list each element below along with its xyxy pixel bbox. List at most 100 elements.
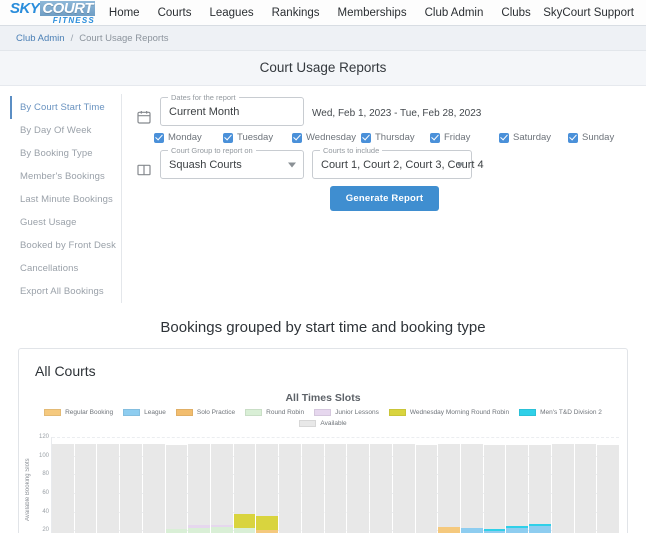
bar-column[interactable] [415,437,438,533]
legend-item[interactable]: Wednesday Morning Round Robin [388,409,509,416]
legend-item[interactable]: Round Robin [245,409,304,416]
bar-segment[interactable] [142,444,165,533]
chevron-down-icon[interactable] [456,162,464,167]
bar-segment[interactable] [256,516,279,531]
bar-segment[interactable] [597,444,619,533]
bar-column[interactable] [597,437,619,533]
day-checkbox-wednesday[interactable]: Wednesday [292,132,361,143]
bar-segment[interactable] [506,444,529,526]
bar-column[interactable] [211,437,233,533]
legend-item[interactable]: Junior Lessons [314,409,379,416]
bar-segment[interactable] [438,444,460,527]
bar-column[interactable] [574,437,597,533]
chevron-down-icon[interactable] [288,162,296,167]
bar-column[interactable] [438,437,460,533]
dates-select[interactable]: Dates for the report Current Month [160,93,304,126]
sidebar-item-by-day-of-week[interactable]: By Day Of Week [10,119,121,142]
sidebar-item-by-court-start-time[interactable]: By Court Start Time [10,96,121,119]
nav-link-support[interactable]: SkyCourt Support [543,7,634,19]
bar-column[interactable] [324,437,347,533]
bar-segment[interactable] [506,527,529,533]
bar-segment[interactable] [301,444,324,533]
bar-column[interactable] [120,437,142,533]
bar-column[interactable] [52,437,74,533]
bar-column[interactable] [506,437,529,533]
bar-column[interactable] [460,437,483,533]
bar-segment[interactable] [529,444,551,524]
bar-column[interactable] [483,437,506,533]
nav-link-leagues[interactable]: Leagues [209,7,253,19]
bar-segment[interactable] [370,444,392,533]
checkbox-icon[interactable] [292,132,302,143]
bar-segment[interactable] [120,444,142,533]
bar-segment[interactable] [438,526,460,533]
nav-link-home[interactable]: Home [109,7,140,19]
sidebar-item-by-booking-type[interactable]: By Booking Type [10,142,121,165]
bar-segment[interactable] [233,444,256,514]
bar-segment[interactable] [551,444,574,533]
nav-link-club-admin[interactable]: Club Admin [425,7,484,19]
day-checkbox-monday[interactable]: Monday [154,132,223,143]
bar-segment[interactable] [256,444,279,517]
checkbox-icon[interactable] [568,132,578,143]
bar-column[interactable] [97,437,120,533]
bar-column[interactable] [165,437,188,533]
bar-column[interactable] [551,437,574,533]
sidebar-item-export-all-bookings[interactable]: Export All Bookings [10,280,121,303]
bar-segment[interactable] [279,444,301,533]
bar-column[interactable] [370,437,392,533]
bar-column[interactable] [256,437,279,533]
bar-segment[interactable] [574,444,597,533]
checkbox-icon[interactable] [223,132,233,143]
sidebar-item-booked-by-front-desk[interactable]: Booked by Front Desk [10,234,121,257]
sidebar-item-cancellations[interactable]: Cancellations [10,257,121,280]
legend-item[interactable]: Solo Practice [175,409,235,416]
bar-column[interactable] [529,437,551,533]
court-group-select[interactable]: Court Group to report on Squash Courts [160,146,304,179]
bar-column[interactable] [188,437,211,533]
sidebar-item-members-bookings[interactable]: Member's Bookings [10,165,121,188]
nav-link-clubs[interactable]: Clubs [501,7,530,19]
checkbox-icon[interactable] [154,132,164,143]
bar-segment[interactable] [211,526,233,533]
sidebar-item-guest-usage[interactable]: Guest Usage [10,211,121,234]
bar-column[interactable] [392,437,415,533]
bar-segment[interactable] [233,513,256,528]
breadcrumb-parent[interactable]: Club Admin [16,33,65,44]
legend-item[interactable]: Regular Booking [44,409,113,416]
bar-segment[interactable] [483,444,506,530]
day-checkbox-tuesday[interactable]: Tuesday [223,132,292,143]
bar-column[interactable] [142,437,165,533]
bar-segment[interactable] [392,444,415,533]
bar-segment[interactable] [347,444,370,533]
site-logo[interactable]: SKY COURT FITNESS [10,0,95,25]
bar-column[interactable] [279,437,301,533]
bar-column[interactable] [347,437,370,533]
day-checkbox-friday[interactable]: Friday [430,132,499,143]
bar-segment[interactable] [529,525,551,533]
day-checkbox-thursday[interactable]: Thursday [361,132,430,143]
bar-segment[interactable] [211,444,233,525]
bar-column[interactable] [301,437,324,533]
bar-segment[interactable] [460,444,483,528]
bar-column[interactable] [233,437,256,533]
sidebar-item-last-minute-bookings[interactable]: Last Minute Bookings [10,188,121,211]
nav-link-courts[interactable]: Courts [158,7,192,19]
nav-link-memberships[interactable]: Memberships [338,7,407,19]
bar-segment[interactable] [74,444,97,533]
bar-segment[interactable] [97,444,120,533]
day-checkbox-sunday[interactable]: Sunday [568,132,637,143]
bar-segment[interactable] [188,528,211,533]
generate-report-button[interactable]: Generate Report [329,186,440,211]
checkbox-icon[interactable] [430,132,440,143]
bar-segment[interactable] [52,444,74,533]
bar-segment[interactable] [460,527,483,533]
legend-item[interactable]: Available [299,420,347,427]
courts-to-include-select[interactable]: Courts to include Court 1, Court 2, Cour… [312,146,484,179]
bar-column[interactable] [74,437,97,533]
checkbox-icon[interactable] [361,132,371,143]
checkbox-icon[interactable] [499,132,509,143]
bar-segment[interactable] [188,444,211,525]
bar-segment[interactable] [165,444,188,530]
legend-item[interactable]: Men's T&D Division 2 [519,409,602,416]
